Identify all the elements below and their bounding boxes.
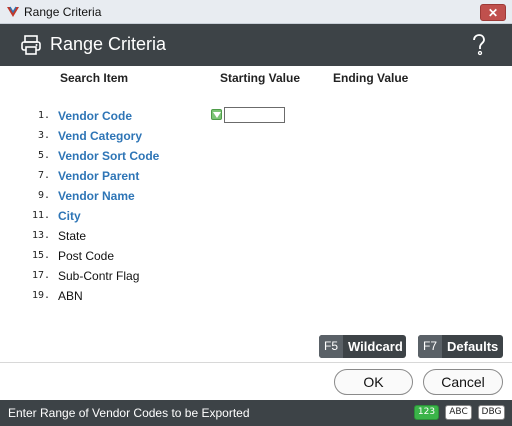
- row-label: ABN: [58, 289, 83, 303]
- wildcard-label: Wildcard: [348, 339, 403, 354]
- row-label: Post Code: [58, 249, 115, 263]
- window-title: Range Criteria: [24, 5, 102, 19]
- row-number: 5.: [37, 150, 50, 161]
- row-label-link[interactable]: City: [58, 209, 81, 223]
- row-number: 11.: [31, 210, 50, 221]
- page-title: Range Criteria: [50, 34, 167, 54]
- criteria-row-sub-contr-flag: 17. Sub-Contr Flag: [0, 268, 360, 286]
- printer-icon: [21, 35, 41, 55]
- ok-button[interactable]: OK: [334, 369, 413, 395]
- close-button[interactable]: ✕: [480, 4, 506, 21]
- defaults-button[interactable]: F7 Defaults: [418, 335, 503, 358]
- cancel-button[interactable]: Cancel: [423, 369, 503, 395]
- chevron-down-icon: [213, 112, 221, 118]
- row-label-link[interactable]: Vendor Parent: [58, 169, 139, 183]
- close-icon: ✕: [487, 6, 499, 20]
- criteria-row-vendor-code: 1. Vendor Code: [0, 108, 360, 126]
- row-number: 19.: [31, 290, 50, 301]
- criteria-row-vend-category: 3. Vend Category: [0, 128, 360, 146]
- search-item-heading: Search Item: [60, 71, 129, 85]
- f7-key: F7: [418, 335, 443, 358]
- row-label: State: [58, 229, 87, 243]
- status-message: Enter Range of Vendor Codes to be Export…: [8, 406, 250, 420]
- row-label-link[interactable]: Vendor Sort Code: [58, 149, 159, 163]
- criteria-row-abn: 19. ABN: [0, 288, 360, 306]
- row-label: Sub-Contr Flag: [58, 269, 140, 283]
- debug-badge: DBG: [478, 405, 505, 420]
- defaults-label: Defaults: [447, 339, 499, 354]
- criteria-row-post-code: 15. Post Code: [0, 248, 360, 266]
- f5-key: F5: [319, 335, 344, 358]
- row-number: 17.: [31, 270, 50, 281]
- criteria-row-city: 11. City: [0, 208, 360, 226]
- wildcard-button[interactable]: F5 Wildcard: [319, 335, 406, 358]
- row-label-link[interactable]: Vend Category: [58, 129, 142, 143]
- row-number: 1.: [37, 110, 50, 121]
- title-bar: Range Criteria ✕: [0, 0, 512, 24]
- criteria-row-vendor-parent: 7. Vendor Parent: [0, 168, 360, 186]
- row-label-link[interactable]: Vendor Code: [58, 109, 132, 123]
- row-number: 7.: [37, 170, 50, 181]
- row-number: 3.: [37, 130, 50, 141]
- starting-value-input[interactable]: [224, 107, 285, 123]
- row-number: 15.: [31, 250, 50, 261]
- help-icon[interactable]: [470, 33, 488, 57]
- starting-value-heading: Starting Value: [220, 71, 301, 85]
- status-bar: Enter Range of Vendor Codes to be Export…: [0, 400, 512, 426]
- divider: [0, 362, 512, 363]
- lookup-dropdown-button[interactable]: [211, 109, 222, 120]
- dialog-header: Range Criteria: [0, 24, 512, 66]
- num-lock-badge: 123: [414, 405, 439, 420]
- row-label-link[interactable]: Vendor Name: [58, 189, 135, 203]
- criteria-row-state: 13. State: [0, 228, 360, 246]
- criteria-row-vendor-sort-code: 5. Vendor Sort Code: [0, 148, 360, 166]
- ending-value-heading: Ending Value: [333, 71, 409, 85]
- row-number: 13.: [31, 230, 50, 241]
- caps-lock-badge: ABC: [445, 405, 472, 420]
- app-logo-icon: [7, 6, 19, 17]
- criteria-row-vendor-name: 9. Vendor Name: [0, 188, 360, 206]
- row-number: 9.: [37, 190, 50, 201]
